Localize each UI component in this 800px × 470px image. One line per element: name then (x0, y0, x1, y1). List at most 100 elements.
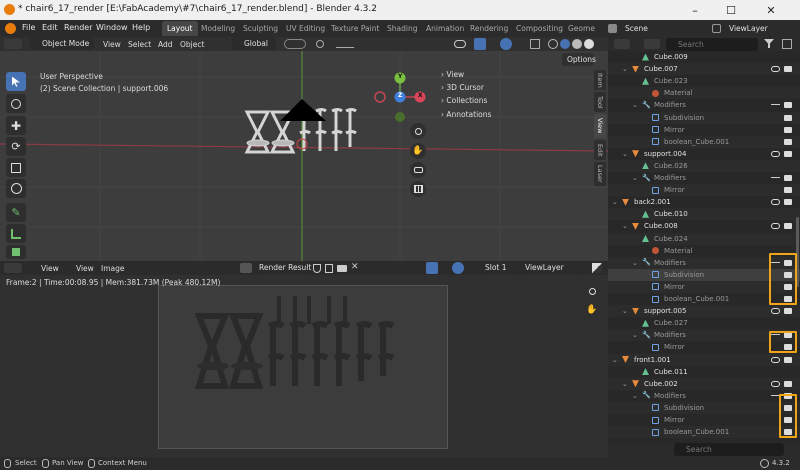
outliner-display-mode-icon[interactable] (644, 39, 660, 49)
tab-geometry-nodes[interactable]: Geome (563, 21, 600, 36)
minimize-icon[interactable]: – (680, 2, 710, 18)
eye-icon[interactable] (771, 66, 780, 73)
sidebar-tab-laser[interactable]: Laser (594, 162, 606, 186)
wrench-toggle-icon[interactable] (771, 177, 780, 178)
rotate-tool[interactable]: ⟳ (6, 137, 26, 156)
eye-icon[interactable] (771, 223, 780, 230)
measure-tool[interactable] (6, 224, 26, 243)
layer-dropdown[interactable]: ViewLayer (520, 261, 580, 274)
fake-user-shield-icon[interactable] (313, 264, 321, 273)
menu-edit[interactable]: Edit (42, 23, 58, 32)
maximize-icon[interactable]: ☐ (716, 2, 746, 18)
image-editor[interactable]: Frame:2 | Time:00:08.95 | Mem:381.73M (P… (0, 261, 608, 457)
menu-render[interactable]: Render (64, 23, 92, 32)
image-editor-type-icon[interactable] (4, 263, 22, 273)
outliner-row[interactable]: Subdivision (608, 111, 800, 124)
expand-arrow-icon[interactable]: ⌄ (612, 196, 618, 208)
camera-icon[interactable] (784, 150, 792, 157)
camera-icon[interactable] (784, 114, 792, 121)
move-tool[interactable]: ✚ (6, 116, 26, 135)
expand-arrow-icon[interactable]: ⌄ (622, 148, 628, 160)
viewport-menu-select[interactable]: Select (128, 40, 151, 49)
outliner-row[interactable]: Mirror (608, 124, 800, 136)
cursor-tool[interactable] (6, 94, 26, 113)
tab-shading[interactable]: Shading (382, 21, 422, 36)
panel-view[interactable]: › View (441, 70, 464, 79)
camera-icon[interactable] (784, 356, 792, 363)
display-channels-icon[interactable] (592, 263, 602, 273)
camera-icon[interactable] (784, 380, 792, 387)
expand-arrow-icon[interactable]: ⌄ (632, 390, 638, 402)
camera-icon[interactable] (784, 102, 792, 109)
snap-icon[interactable] (284, 39, 306, 49)
unlink-image-icon[interactable]: ✕ (351, 262, 359, 272)
image-zoom-icon[interactable] (584, 283, 600, 299)
menu-help[interactable]: Help (132, 23, 150, 32)
tab-uv-editing[interactable]: UV Editing (281, 21, 330, 36)
menu-window[interactable]: Window (96, 23, 128, 32)
editor-type-icon[interactable] (4, 39, 22, 49)
outliner[interactable]: Search Cube.009 ⌄ Cube.007 Cube.023 Material… (608, 37, 800, 457)
annotate-tool[interactable]: ✎ (6, 203, 26, 222)
menu-file[interactable]: File (22, 23, 35, 32)
zoom-icon[interactable] (410, 123, 426, 139)
image-menu-image[interactable]: Image (101, 264, 125, 273)
panel-annotations[interactable]: › Annotations (441, 110, 491, 119)
outliner-row[interactable]: Subdivision (608, 401, 800, 414)
expand-arrow-icon[interactable]: ⌄ (632, 172, 638, 184)
shading-wireframe-icon[interactable] (548, 39, 558, 49)
shading-solid-icon[interactable] (560, 39, 570, 49)
outliner-row[interactable]: ⌄ Cube.008 (608, 220, 800, 232)
outliner-row[interactable]: ⌄ Cube.002 (608, 377, 800, 390)
eye-icon[interactable] (771, 199, 780, 206)
tab-compositing[interactable]: Compositing (511, 21, 568, 36)
outliner-search-input[interactable]: Search (666, 38, 758, 51)
visibility-icon[interactable] (454, 40, 466, 48)
add-cube-tool[interactable] (6, 245, 26, 259)
outliner-row[interactable]: Cube.026 (608, 159, 800, 172)
outliner-row[interactable]: ⌄ Cube.007 (608, 63, 800, 76)
viewport-menu-add[interactable]: Add (158, 40, 173, 49)
eye-icon[interactable] (771, 308, 780, 315)
camera-icon[interactable] (784, 66, 792, 73)
camera-icon[interactable] (784, 199, 792, 206)
tab-layout[interactable]: Layout (162, 21, 198, 36)
options-dropdown[interactable]: Options (562, 53, 596, 66)
expand-arrow-icon[interactable]: ⌄ (632, 257, 638, 269)
tab-modeling[interactable]: Modeling (196, 21, 240, 36)
expand-arrow-icon[interactable]: ⌄ (622, 378, 628, 390)
sidebar-tab-item[interactable]: Item (594, 70, 606, 90)
outliner-row[interactable]: Cube.009 (608, 51, 800, 63)
outliner-bottom-search[interactable]: Search (674, 443, 784, 456)
expand-arrow-icon[interactable]: ⌄ (632, 329, 638, 341)
shading-rendered-icon[interactable] (584, 39, 594, 49)
pan-hand-icon[interactable]: ✋ (410, 143, 426, 159)
camera-icon[interactable] (784, 187, 792, 194)
new-collection-icon[interactable] (782, 39, 792, 49)
xray-toggle-icon[interactable] (530, 39, 540, 49)
image-name-field[interactable]: Render Result (254, 261, 311, 274)
camera-icon[interactable] (784, 126, 792, 133)
select-box-tool[interactable] (6, 72, 26, 91)
eye-icon[interactable] (771, 380, 780, 387)
outliner-row[interactable]: Cube.027 (608, 317, 800, 329)
object-mode-dropdown[interactable]: Object Mode (30, 37, 94, 50)
camera-view-icon[interactable] (410, 162, 426, 178)
panel-3d-cursor[interactable]: › 3D Cursor (441, 83, 484, 92)
tab-rendering[interactable]: Rendering (465, 21, 513, 36)
image-browse-icon[interactable] (240, 263, 252, 273)
outliner-row[interactable]: boolean_Cube.001 (608, 135, 800, 148)
outliner-row[interactable]: Cube.010 (608, 208, 800, 221)
image-pan-hand-icon[interactable]: ✋ (584, 302, 600, 318)
outliner-row[interactable]: Cube.023 (608, 75, 800, 87)
outliner-row[interactable]: boolean_Cube.001 (608, 426, 800, 439)
expand-arrow-icon[interactable]: ⌄ (622, 305, 628, 317)
camera-icon[interactable] (784, 223, 792, 230)
outliner-row[interactable]: ⌄ 🔧 Modifiers (608, 390, 800, 402)
tab-texture-paint[interactable]: Texture Paint (326, 21, 384, 36)
outliner-row[interactable]: Material (608, 87, 800, 100)
scene-selector[interactable]: Scene (620, 22, 690, 35)
outliner-row[interactable]: ⌄ front1.001 (608, 353, 800, 366)
tab-animation[interactable]: Animation (421, 21, 469, 36)
sidebar-tab-tool[interactable]: Tool (594, 92, 606, 112)
